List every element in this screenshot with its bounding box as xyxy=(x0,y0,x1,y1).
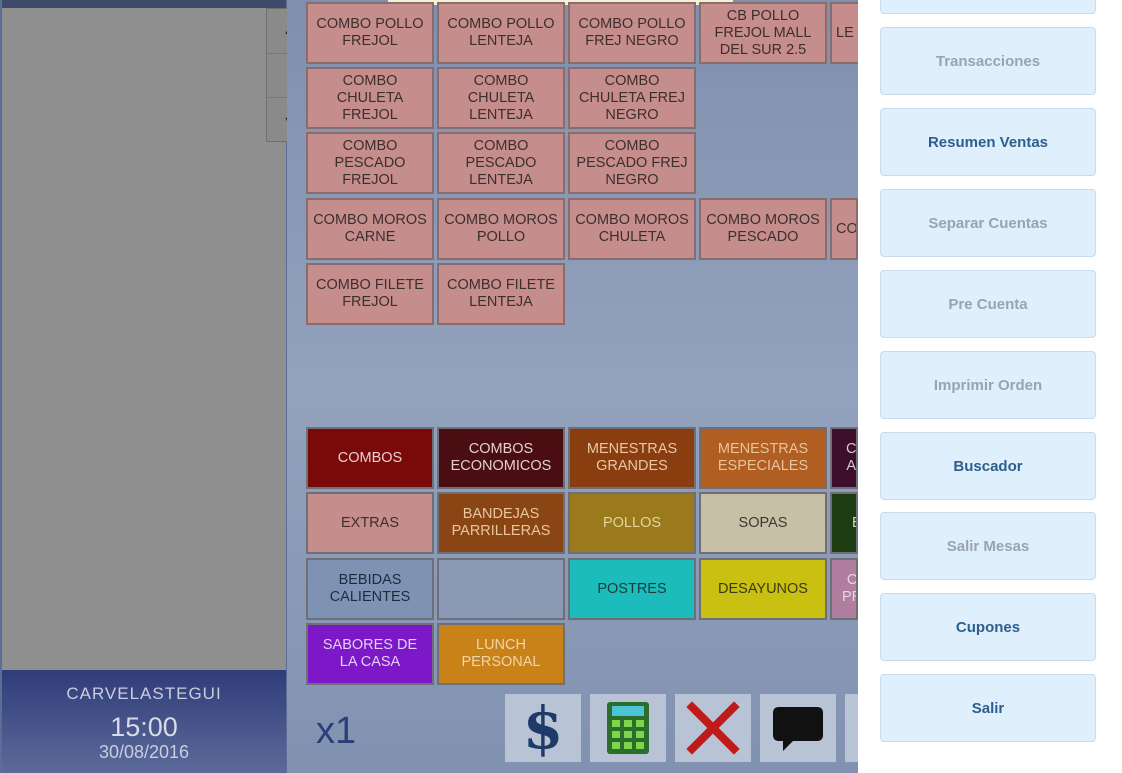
order-panel: CARVELASTEGUI 15:00 30/08/2016 xyxy=(0,0,287,773)
product-tile[interactable]: COMBO CHULETA FREJOL xyxy=(306,67,434,129)
product-tile[interactable]: COMBO MOROS CHULETA xyxy=(568,198,696,260)
dollar-icon: $ xyxy=(523,698,563,758)
transacciones-button[interactable]: Transacciones xyxy=(880,27,1096,95)
product-tile[interactable]: COMBO FILETE LENTEJA xyxy=(437,263,565,325)
order-items-list[interactable] xyxy=(2,8,286,670)
category-tile[interactable]: C PR xyxy=(830,558,858,620)
user-info-box: CARVELASTEGUI 15:00 30/08/2016 xyxy=(2,670,286,773)
category-tile[interactable]: C A xyxy=(830,427,858,489)
toolbar-more-button[interactable] xyxy=(845,694,858,762)
product-tile[interactable]: COMBO CHULETA FREJ NEGRO xyxy=(568,67,696,129)
category-tile[interactable]: MENESTRAS ESPECIALES xyxy=(699,427,827,489)
category-tile[interactable]: COMBOS ECONOMICOS xyxy=(437,427,565,489)
speech-bubble-icon xyxy=(773,707,823,751)
resumen-ventas-button[interactable]: Resumen Ventas xyxy=(880,108,1096,176)
cancel-button[interactable] xyxy=(675,694,751,762)
category-tile[interactable]: BANDEJAS PARRILLERAS xyxy=(437,492,565,554)
x-icon xyxy=(686,701,740,755)
category-tile[interactable]: EXTRAS xyxy=(306,492,434,554)
category-tile[interactable]: COMBOS xyxy=(306,427,434,489)
category-tile[interactable]: E xyxy=(830,492,858,554)
category-tile[interactable]: POLLOS xyxy=(568,492,696,554)
product-tile[interactable]: COMBO PESCADO LENTEJA xyxy=(437,132,565,194)
product-tile[interactable]: COMBO POLLO FREJOL xyxy=(306,2,434,64)
buscador-button[interactable]: Buscador xyxy=(880,432,1096,500)
product-tile[interactable]: COMBO POLLO LENTEJA xyxy=(437,2,565,64)
calculator-icon xyxy=(607,702,649,754)
svg-text:$: $ xyxy=(523,698,563,758)
salir-mesas-button[interactable]: Salir Mesas xyxy=(880,512,1096,580)
product-tile[interactable]: CB POLLO FREJOL MALL DEL SUR 2.5 xyxy=(699,2,827,64)
product-tile[interactable]: COMBO MOROS CARNE xyxy=(306,198,434,260)
clock-date: 30/08/2016 xyxy=(98,742,190,762)
category-tile[interactable]: BEBIDAS CALIENTES xyxy=(306,558,434,620)
cash-button[interactable]: $ xyxy=(505,694,581,762)
category-tile[interactable]: POSTRES xyxy=(568,558,696,620)
user-name: CARVELASTEGUI xyxy=(66,684,222,703)
product-tile[interactable]: CO xyxy=(830,198,858,260)
product-tile[interactable]: COMBO FILETE FREJOL xyxy=(306,263,434,325)
product-tile[interactable]: COMBO PESCADO FREJ NEGRO xyxy=(568,132,696,194)
imprimir-orden-button[interactable]: Imprimir Orden xyxy=(880,351,1096,419)
category-tile[interactable]: SABORES DE LA CASA xyxy=(306,623,434,685)
category-tile[interactable]: LUNCH PERSONAL xyxy=(437,623,565,685)
side-menu-button[interactable] xyxy=(880,0,1096,14)
product-tile[interactable]: COMBO CHULETA LENTEJA xyxy=(437,67,565,129)
order-header-strip xyxy=(2,0,286,8)
category-tile[interactable]: DESAYUNOS xyxy=(699,558,827,620)
category-tile[interactable]: MENESTRAS GRANDES xyxy=(568,427,696,489)
calculator-button[interactable] xyxy=(590,694,666,762)
product-tile[interactable]: COMBO POLLO FREJ NEGRO xyxy=(568,2,696,64)
comment-button[interactable] xyxy=(760,694,836,762)
salir-button[interactable]: Salir xyxy=(880,674,1096,742)
cupones-button[interactable]: Cupones xyxy=(880,593,1096,661)
product-tile[interactable]: COMBO PESCADO FREJOL xyxy=(306,132,434,194)
pre-cuenta-button[interactable]: Pre Cuenta xyxy=(880,270,1096,338)
clock-time: 15:00 xyxy=(110,712,178,742)
product-tile[interactable]: COMBO MOROS POLLO xyxy=(437,198,565,260)
side-menu: Transacciones Resumen Ventas Separar Cue… xyxy=(858,0,1122,773)
category-tile[interactable]: SOPAS xyxy=(699,492,827,554)
category-tile[interactable] xyxy=(437,558,565,620)
product-tile[interactable]: COMBO MOROS PESCADO xyxy=(699,198,827,260)
quantity-multiplier[interactable]: x1 xyxy=(316,710,356,753)
separar-cuentas-button[interactable]: Separar Cuentas xyxy=(880,189,1096,257)
